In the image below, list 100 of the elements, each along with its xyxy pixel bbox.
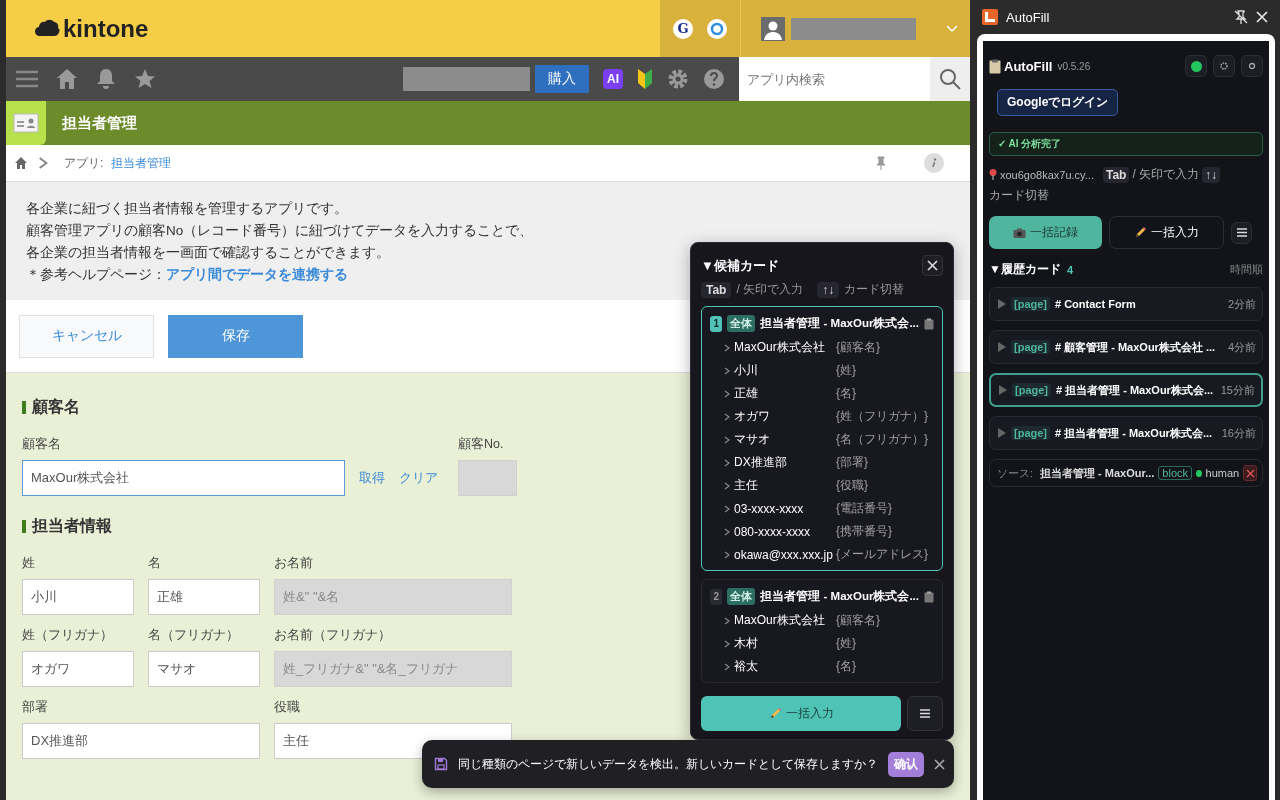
source-title: 担当者管理 - MaxOur...: [1040, 465, 1155, 481]
entry-field: {メールアドレス}: [836, 546, 928, 563]
field-label: 顧客名: [22, 436, 62, 452]
input-field[interactable]: マサオ: [148, 651, 260, 687]
input-field[interactable]: 正雄: [148, 579, 260, 615]
help-icon[interactable]: [703, 68, 725, 90]
entry-field: {名}: [836, 385, 856, 402]
chevron-right-icon: [724, 366, 730, 375]
readonly-field[interactable]: [458, 460, 517, 496]
input-field[interactable]: MaxOur株式会社: [22, 460, 345, 496]
chevron-right-icon: [724, 527, 730, 536]
input-field[interactable]: DX推進部: [22, 723, 260, 759]
menu-button[interactable]: [1231, 221, 1252, 244]
time-text: 15分前: [1220, 382, 1255, 398]
close-icon: [934, 758, 945, 770]
leaf-icon[interactable]: [637, 68, 653, 90]
history-title: ▼履歴カード: [989, 261, 1061, 278]
menu-icon: [920, 709, 930, 718]
pin-icon: [989, 169, 997, 180]
location-text: xou6go8kax7u.cy...: [1000, 168, 1094, 181]
entry-field: {姓}: [836, 635, 856, 652]
expand-triangle-icon[interactable]: [998, 299, 1006, 309]
field-label: お名前: [274, 555, 314, 571]
close-icon: [927, 260, 938, 271]
hint-text: / 矢印で入力: [1132, 166, 1200, 183]
entry-value: 小川: [734, 362, 759, 379]
history-title-text: # Contact Form: [1055, 298, 1137, 310]
settings-icon[interactable]: [667, 68, 689, 90]
breadcrumb-link[interactable]: 担当者管理: [111, 154, 172, 172]
pencil-icon: [768, 707, 782, 720]
clipboard-icon[interactable]: [924, 590, 934, 603]
menu-icon[interactable]: [16, 70, 38, 88]
history-card[interactable]: [page] # 顧客管理 - MaxOur株式会社 ... 4分前: [989, 330, 1263, 364]
chevron-right-icon: [724, 550, 730, 559]
history-card[interactable]: [page] # Contact Form 2分前: [989, 287, 1263, 321]
field-label: 名: [148, 555, 162, 571]
candidate-card[interactable]: 1 全体 担当者管理 - MaxOur株式会... MaxOur株式会社 {顧客名} 小川 {姓} 正雄 {名} オガワ {姓（フリガナ）} マサオ {名（フリガナ）} DX推進部 {部署} 主任 {役職} 03-xxxx-xxxx {電話番号} 080-xxxx-xxxx {携帯番号} okawa@xxx.xxx.jp {メールアドレス}: [701, 306, 943, 571]
pin-icon[interactable]: [876, 156, 886, 170]
avatar-icon: [761, 16, 785, 41]
version-text: v0.5.26: [1057, 60, 1092, 72]
remove-button[interactable]: [1243, 465, 1257, 481]
input-field[interactable]: オガワ: [22, 651, 134, 687]
input-field[interactable]: 小川: [22, 579, 134, 615]
sort-label[interactable]: 時間順: [1230, 262, 1263, 277]
chevron-right-icon: [724, 639, 730, 648]
chevron-right-icon: [724, 458, 730, 467]
search-button[interactable]: [930, 57, 970, 101]
home-icon[interactable]: [56, 68, 78, 90]
status-button[interactable]: [1185, 55, 1207, 77]
settings-icon: [1220, 62, 1228, 70]
hint-text: カード切替: [844, 281, 905, 298]
clipboard-icon[interactable]: [924, 317, 934, 330]
time-text: 4分前: [1227, 339, 1256, 355]
info-icon[interactable]: [924, 153, 944, 173]
window-title: AutoFill: [1006, 9, 1051, 25]
record-all-button[interactable]: 一括記録: [989, 216, 1102, 249]
close-button[interactable]: [934, 758, 945, 770]
expand-triangle-icon[interactable]: [998, 428, 1006, 438]
entry-value: DX推進部: [734, 454, 788, 471]
field-label: 名（フリガナ）: [148, 627, 240, 643]
fill-all-button[interactable]: 一括入力: [1109, 216, 1224, 249]
ring-button[interactable]: [1241, 55, 1263, 77]
menu-icon: [1236, 228, 1247, 237]
user-menu[interactable]: [740, 0, 970, 57]
history-card[interactable]: [page] # 担当者管理 - MaxOur株式会... 16分前: [989, 416, 1263, 450]
pencil-icon: [1134, 226, 1147, 239]
breadcrumb-label: アプリ:: [64, 154, 104, 172]
unpin-button[interactable]: [1234, 10, 1248, 24]
g-badge[interactable]: G: [673, 18, 693, 39]
description-line: 顧客管理アプリの顧客No（レコード番号）に紐づけてデータを入力することで、: [26, 222, 535, 240]
hint-text: カード切替: [989, 187, 1049, 204]
candidate-card[interactable]: 2 全体 担当者管理 - MaxOur株式会... MaxOur株式会社 {顧客名} 木村 {姓} 裕太 {名}: [701, 579, 943, 683]
settings-button[interactable]: [1213, 55, 1235, 77]
fill-all-button[interactable]: 一括入力: [701, 696, 901, 731]
close-button[interactable]: [922, 255, 943, 276]
home-icon[interactable]: [14, 156, 28, 170]
clipboard-icon: [989, 58, 1001, 74]
bell-icon[interactable]: [96, 68, 116, 90]
history-card[interactable]: [page] # 担当者管理 - MaxOur株式会... 15分前: [989, 373, 1263, 407]
menu-button[interactable]: [907, 696, 943, 731]
purchase-button[interactable]: 購入: [535, 65, 589, 93]
toast-message: 同じ種類のページで新しいデータを検出。新しいカードとして保存しますか？: [458, 756, 878, 772]
key-badge: ↑↓: [1202, 166, 1221, 183]
logo-text: kintone: [63, 14, 149, 43]
entry-value: 主任: [734, 477, 759, 494]
cancel-button[interactable]: キャンセル: [19, 314, 154, 358]
chevron-right-icon: [724, 616, 730, 625]
description-line: 各企業の担当者情報を一画面で確認することができます。: [26, 244, 391, 262]
chevron-right-icon: [724, 504, 730, 513]
entry-field: {名}: [836, 658, 856, 675]
expand-triangle-icon[interactable]: [999, 385, 1007, 395]
camera-icon: [1013, 227, 1026, 238]
expand-triangle-icon[interactable]: [998, 342, 1006, 352]
star-icon[interactable]: [134, 68, 156, 90]
time-text: 16分前: [1221, 425, 1256, 441]
ai-badge[interactable]: AI: [603, 69, 623, 89]
entry-value: 正雄: [734, 385, 759, 402]
login-button[interactable]: Googleでログイン: [997, 89, 1119, 116]
scope-tag: 全体: [727, 315, 756, 332]
history-title-text: # 担当者管理 - MaxOur株式会...: [1055, 425, 1214, 441]
